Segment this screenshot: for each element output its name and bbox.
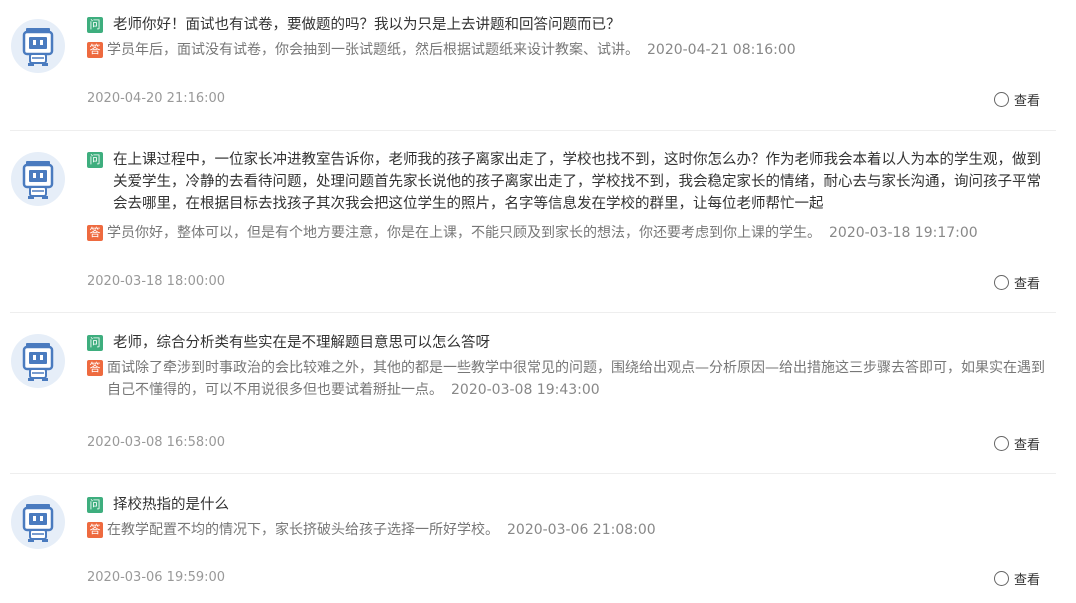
view-button[interactable]: 查看 xyxy=(993,434,1040,453)
question-row: 问 在上课过程中，一位家长冲进教室告诉你，老师我的孩子离家出走了，学校也找不到，… xyxy=(87,149,1046,215)
view-button[interactable]: 查看 xyxy=(993,273,1040,292)
view-label: 查看 xyxy=(1013,573,1040,588)
question-time: 2020-03-06 19:59:00 xyxy=(87,570,226,585)
view-label: 查看 xyxy=(1013,277,1040,292)
answer-time: 2020-03-08 19:43:00 xyxy=(451,382,600,398)
answer-row: 答 学员你好，整体可以，但是有个地方要注意，你是在上课，不能只顾及到家长的想法，… xyxy=(87,222,1046,244)
question-row: 问 择校热指的是什么 xyxy=(87,494,1046,516)
qa-item: 问 老师你好！面试也有试卷，要做题的吗？我以为只是上去讲题和回答问题而已？ 答 … xyxy=(10,12,1056,131)
qa-item: 问 在上课过程中，一位家长冲进教室告诉你，老师我的孩子离家出走了，学校也找不到，… xyxy=(10,131,1056,313)
answer-badge: 答 xyxy=(87,225,103,241)
answer-content: 面试除了牵涉到时事政治的会比较难之外，其他的都是一些教学中很常见的问题，围绕给出… xyxy=(87,357,1046,401)
question-text: 老师，综合分析类有些实在是不理解题目意思可以怎么答呀 xyxy=(113,335,490,351)
avatar xyxy=(10,18,66,74)
answer-text: 在教学配置不均的情况下，家长挤破头给孩子选择一所好学校。 xyxy=(107,522,499,538)
answer-text: 学员年后，面试没有试卷，你会抽到一张试题纸，然后根据试题纸来设计教案、试讲。 xyxy=(107,42,639,58)
qa-list: 问 老师你好！面试也有试卷，要做题的吗？我以为只是上去讲题和回答问题而已？ 答 … xyxy=(0,0,1076,603)
robot-avatar-icon xyxy=(11,495,65,549)
answer-badge: 答 xyxy=(87,42,103,58)
question-text: 在上课过程中，一位家长冲进教室告诉你，老师我的孩子离家出走了，学校也找不到，这时… xyxy=(113,152,1041,212)
question-badge: 问 xyxy=(87,335,103,351)
answer-time: 2020-04-21 08:16:00 xyxy=(647,42,796,58)
avatar xyxy=(10,151,66,207)
answer-row: 答 在教学配置不均的情况下，家长挤破头给孩子选择一所好学校。 2020-03-06… xyxy=(87,519,1046,541)
answer-row: 答 面试除了牵涉到时事政治的会比较难之外，其他的都是一些教学中很常见的问题，围绕… xyxy=(87,357,1046,401)
view-label: 查看 xyxy=(1013,438,1040,453)
view-circle-icon xyxy=(993,92,1009,107)
answer-content: 学员年后，面试没有试卷，你会抽到一张试题纸，然后根据试题纸来设计教案、试讲。 20… xyxy=(87,39,1046,61)
qa-item: 问 择校热指的是什么 答 在教学配置不均的情况下，家长挤破头给孩子选择一所好学校… xyxy=(10,474,1056,603)
answer-text: 学员你好，整体可以，但是有个地方要注意，你是在上课，不能只顾及到家长的想法，你还… xyxy=(107,225,821,241)
question-text: 老师你好！面试也有试卷，要做题的吗？我以为只是上去讲题和回答问题而已？ xyxy=(113,17,621,33)
question-badge: 问 xyxy=(87,497,103,513)
answer-time: 2020-03-18 19:17:00 xyxy=(829,225,978,241)
robot-avatar-icon xyxy=(11,152,65,206)
view-circle-icon xyxy=(993,436,1009,451)
question-row: 问 老师你好！面试也有试卷，要做题的吗？我以为只是上去讲题和回答问题而已？ xyxy=(87,14,1046,36)
answer-badge: 答 xyxy=(87,522,103,538)
qa-item: 问 老师，综合分析类有些实在是不理解题目意思可以怎么答呀 答 面试除了牵涉到时事… xyxy=(10,313,1056,474)
question-time: 2020-04-20 21:16:00 xyxy=(87,91,226,106)
view-circle-icon xyxy=(993,275,1009,290)
view-label: 查看 xyxy=(1013,94,1040,109)
avatar xyxy=(10,333,66,389)
question-row: 问 老师，综合分析类有些实在是不理解题目意思可以怎么答呀 xyxy=(87,332,1046,354)
answer-badge: 答 xyxy=(87,360,103,376)
question-time: 2020-03-18 18:00:00 xyxy=(87,274,226,289)
question-time: 2020-03-08 16:58:00 xyxy=(87,435,226,450)
answer-content: 在教学配置不均的情况下，家长挤破头给孩子选择一所好学校。 2020-03-06 2… xyxy=(87,519,1046,541)
robot-avatar-icon xyxy=(11,19,65,73)
answer-time: 2020-03-06 21:08:00 xyxy=(507,522,656,538)
view-button[interactable]: 查看 xyxy=(993,569,1040,588)
avatar xyxy=(10,494,66,550)
question-badge: 问 xyxy=(87,17,103,33)
answer-content: 学员你好，整体可以，但是有个地方要注意，你是在上课，不能只顾及到家长的想法，你还… xyxy=(87,222,1046,244)
answer-row: 答 学员年后，面试没有试卷，你会抽到一张试题纸，然后根据试题纸来设计教案、试讲。… xyxy=(87,39,1046,61)
question-badge: 问 xyxy=(87,152,103,168)
view-circle-icon xyxy=(993,571,1009,586)
view-button[interactable]: 查看 xyxy=(993,90,1040,109)
robot-avatar-icon xyxy=(11,334,65,388)
question-text: 择校热指的是什么 xyxy=(113,497,229,513)
